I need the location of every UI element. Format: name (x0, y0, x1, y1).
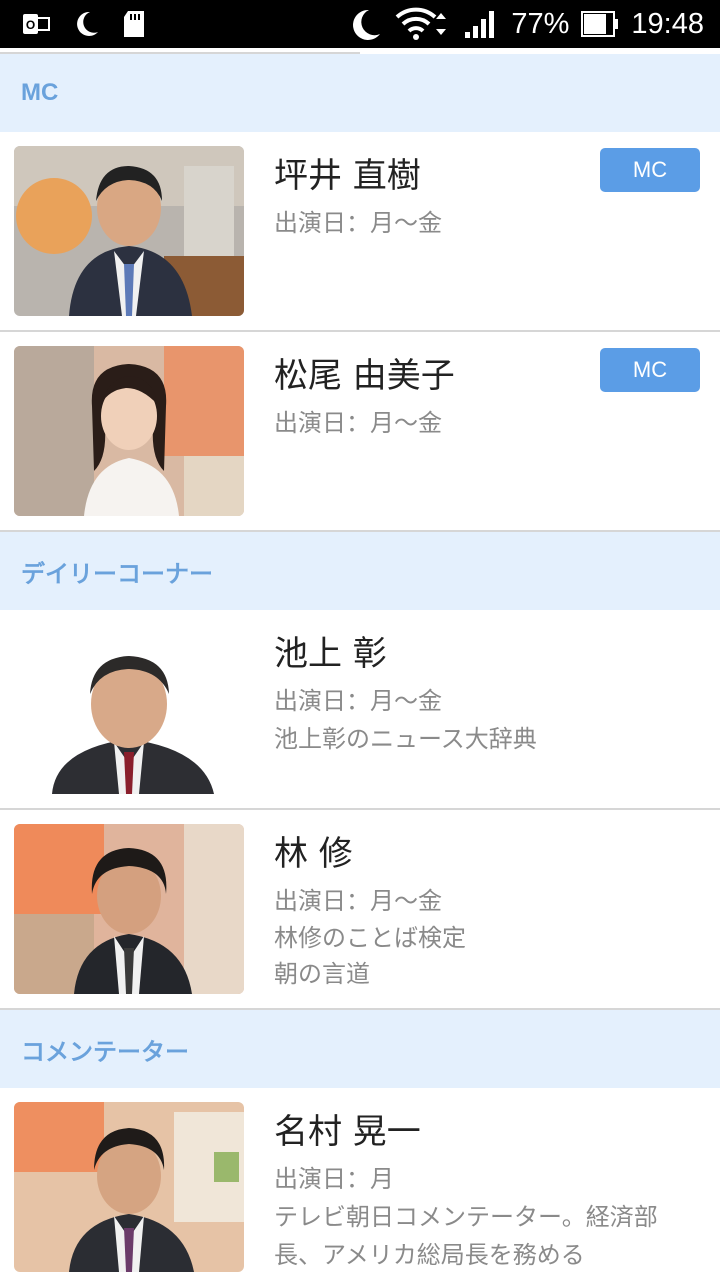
profile-photo (14, 624, 244, 794)
role-badge: MC (600, 348, 700, 392)
cast-list[interactable]: MC 坪井 直樹 出演日：月〜金 MC 松尾 由美子 出演日：月〜金 MC デイ… (0, 54, 720, 1280)
section-header-daily-corner: デイリーコーナー (0, 532, 720, 610)
section-title: MC (21, 79, 59, 106)
profile-photo (14, 346, 244, 516)
role-badge: MC (600, 148, 700, 192)
appearance-days: 出演日：月〜金 (274, 409, 442, 437)
clock: 19:48 (631, 7, 704, 40)
status-bar: O 77% 19:48 (0, 0, 720, 48)
person-info: 出演日：月〜金 池上彰のニュース大辞典 (274, 682, 704, 758)
appearance-days: 出演日：月〜金 (274, 887, 442, 915)
person-name: 坪井 直樹 (274, 156, 421, 196)
battery-percent: 77% (511, 7, 570, 40)
list-item[interactable]: 松尾 由美子 出演日：月〜金 MC (0, 332, 720, 532)
segment-name: 池上彰のニュース大辞典 (274, 725, 537, 753)
svg-text:O: O (26, 18, 35, 32)
appearance-days: 出演日：月〜金 (274, 687, 442, 715)
appearance-days: 出演日：月〜金 (274, 209, 442, 237)
list-item[interactable]: 名村 晃一 出演日：月 テレビ朝日コメンテーター。経済部長、アメリカ総局長を務め… (0, 1088, 720, 1280)
moon-icon (72, 8, 100, 40)
signal-icon (463, 8, 499, 40)
person-name: 名村 晃一 (274, 1112, 421, 1152)
segment-name: 林修のことば検定 (274, 924, 466, 952)
profile-photo (14, 146, 244, 316)
person-name: 松尾 由美子 (274, 356, 455, 396)
appearance-days: 出演日：月 (274, 1165, 394, 1193)
moon-icon (347, 6, 383, 42)
person-info: 出演日：月〜金 (274, 204, 704, 242)
person-name: 林 修 (274, 834, 353, 874)
section-header-commentator: コメンテーター (0, 1010, 720, 1088)
person-description: テレビ朝日コメンテーター。経済部長、アメリカ総局長を務める (274, 1203, 658, 1269)
person-info: 出演日：月 テレビ朝日コメンテーター。経済部長、アメリカ総局長を務める (274, 1160, 704, 1274)
section-header-mc: MC (0, 54, 720, 132)
person-name: 池上 彰 (274, 634, 387, 674)
person-info: 出演日：月〜金 林修のことば検定 朝の言道 (274, 882, 704, 992)
outlook-icon: O (22, 10, 50, 38)
section-title: コメンテーター (21, 1038, 189, 1066)
person-info: 出演日：月〜金 (274, 404, 704, 442)
section-title: デイリーコーナー (21, 560, 213, 588)
sd-card-icon (122, 9, 146, 39)
wifi-icon (395, 7, 451, 41)
profile-photo (14, 1102, 244, 1272)
list-item[interactable]: 林 修 出演日：月〜金 林修のことば検定 朝の言道 (0, 810, 720, 1010)
battery-icon (581, 10, 619, 38)
segment-name: 朝の言道 (274, 960, 370, 988)
list-item[interactable]: 池上 彰 出演日：月〜金 池上彰のニュース大辞典 (0, 610, 720, 810)
list-item[interactable]: 坪井 直樹 出演日：月〜金 MC (0, 132, 720, 332)
profile-photo (14, 824, 244, 994)
